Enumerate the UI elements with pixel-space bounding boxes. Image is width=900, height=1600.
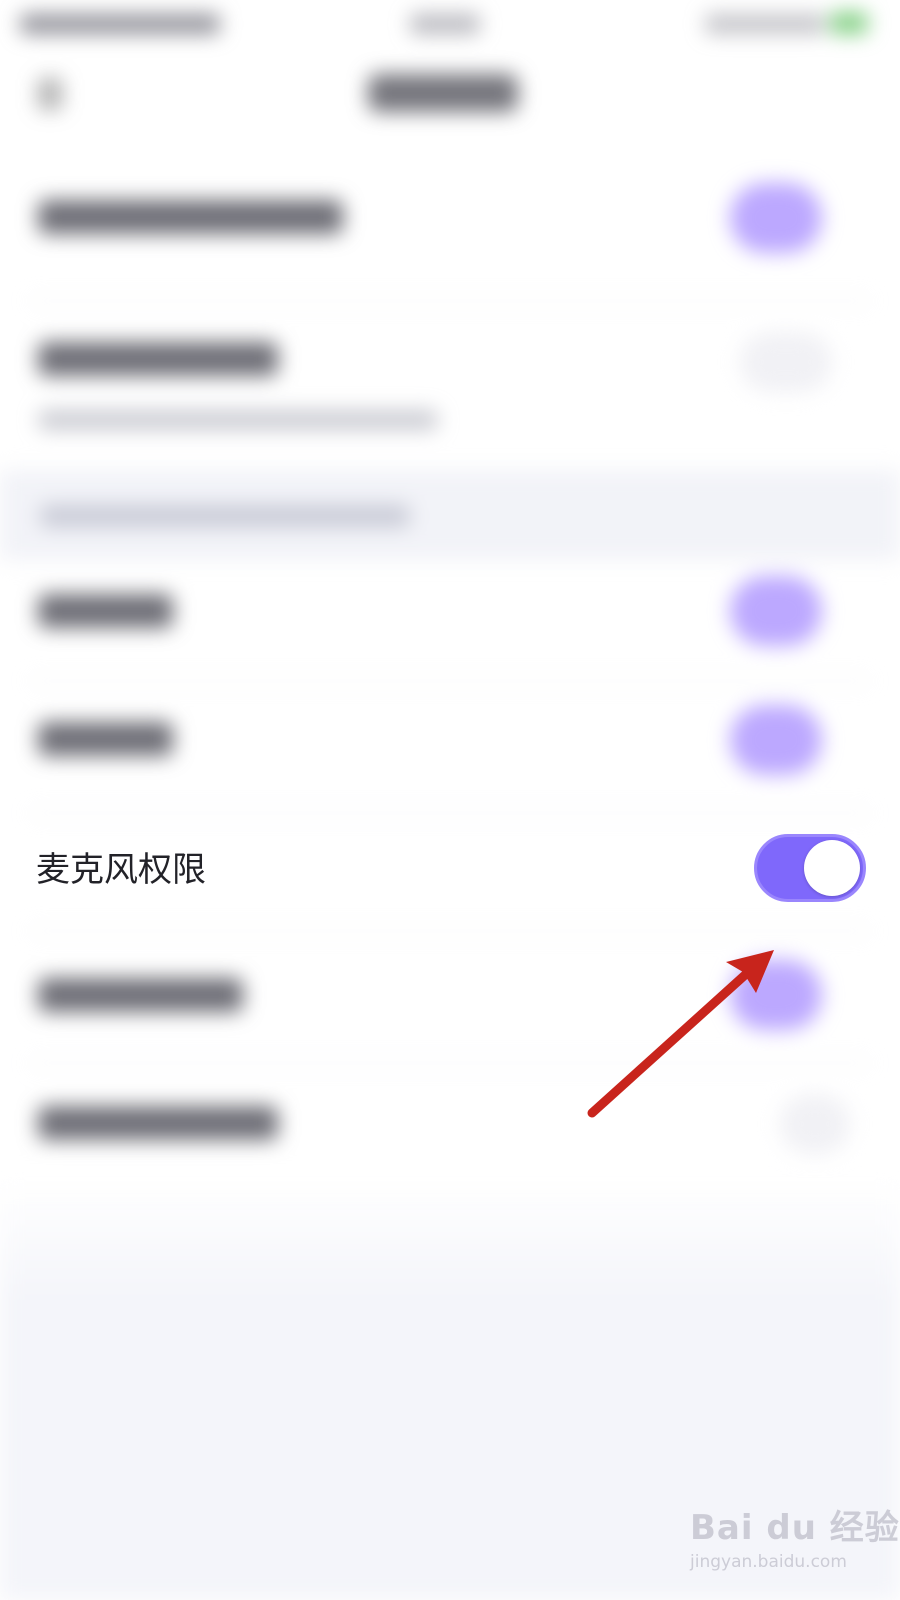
divider — [30, 680, 870, 682]
setting-row-2-label — [38, 342, 278, 376]
setting-row-3-label — [38, 594, 173, 628]
setting-row-2-description — [38, 410, 438, 430]
back-icon[interactable] — [38, 78, 62, 110]
divider — [30, 930, 870, 932]
setting-row-4-toggle[interactable] — [730, 705, 822, 775]
status-bar-left — [20, 14, 220, 34]
nav-bar — [0, 50, 900, 140]
setting-row-7-toggle[interactable] — [780, 1094, 850, 1154]
divider — [30, 300, 870, 302]
watermark-url: jingyan.baidu.com — [690, 1552, 847, 1572]
status-bar — [0, 0, 900, 48]
setting-row-4-label — [38, 722, 173, 756]
section-header-label — [40, 505, 410, 527]
microphone-permission-row[interactable]: 麦克风权限 — [0, 820, 900, 920]
status-bar-right — [705, 14, 825, 34]
setting-row-7-label — [38, 1106, 278, 1140]
status-bar-time — [410, 14, 480, 34]
divider — [30, 812, 870, 814]
setting-row-2-toggle[interactable] — [740, 332, 832, 392]
setting-row-1-label — [38, 200, 343, 234]
setting-row-3-toggle[interactable] — [730, 576, 822, 646]
setting-row-6-label — [38, 978, 243, 1012]
divider — [30, 1062, 870, 1064]
toggle-knob — [804, 840, 860, 896]
blurred-background — [0, 0, 900, 1600]
microphone-permission-label: 麦克风权限 — [36, 850, 206, 890]
setting-row-1-toggle[interactable] — [730, 183, 822, 253]
watermark-logo: Bai du 经验 jingyan.baidu.com — [690, 1500, 899, 1590]
setting-row-6-toggle[interactable] — [730, 960, 822, 1030]
page-title — [368, 74, 518, 112]
battery-icon — [830, 12, 868, 34]
microphone-permission-toggle[interactable] — [754, 834, 866, 902]
watermark-brand: Bai du 经验 — [690, 1508, 900, 1548]
